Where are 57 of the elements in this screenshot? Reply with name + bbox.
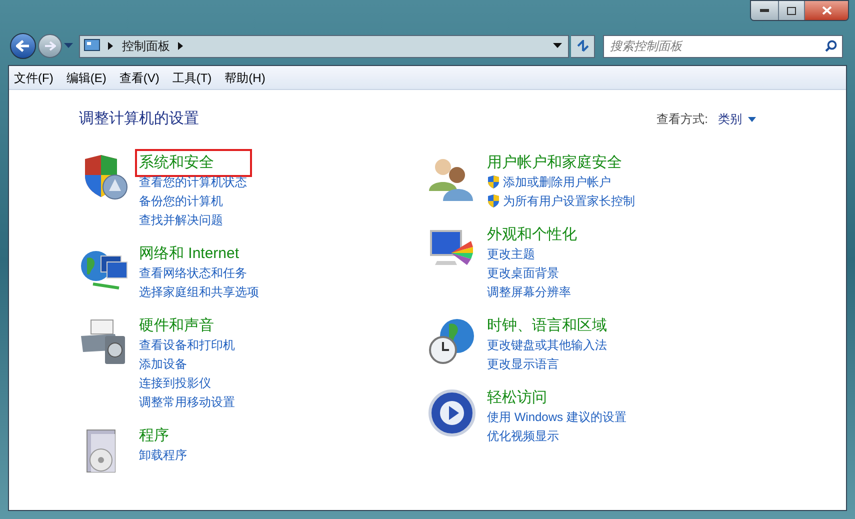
chevron-icon (108, 42, 114, 50)
maximize-icon (787, 6, 796, 14)
task-link[interactable]: 更改显示语言 (487, 355, 559, 373)
menu-item[interactable]: 帮助(H) (224, 68, 266, 86)
address-bar[interactable]: 控制面板 (79, 34, 569, 58)
category-title[interactable]: 用户帐户和家庭安全 (487, 152, 622, 172)
task-link[interactable]: 添加或删除用户帐户 (503, 173, 611, 191)
caret-icon (748, 116, 756, 122)
task-link[interactable]: 添加设备 (139, 355, 187, 373)
task-link[interactable]: 备份您的计算机 (139, 192, 223, 210)
minimize-icon (760, 9, 769, 12)
breadcrumb-item[interactable]: 控制面板 (122, 37, 170, 55)
refresh-button[interactable] (571, 34, 595, 58)
maximize-button[interactable] (778, 1, 804, 20)
caret-icon (64, 43, 73, 49)
search-icon (825, 40, 837, 52)
page-heading: 调整计算机的设置 (79, 109, 199, 129)
minimize-button[interactable] (751, 1, 778, 20)
shield-icon (487, 175, 500, 189)
task-link[interactable]: 查看您的计算机状态 (139, 173, 247, 191)
menu-item[interactable]: 文件(F) (14, 68, 54, 86)
view-by-label: 查看方式: (656, 111, 708, 128)
task-link[interactable]: 更改桌面背景 (487, 264, 559, 282)
task-link[interactable]: 查找并解决问题 (139, 211, 223, 229)
menu-item[interactable]: 工具(T) (172, 68, 212, 86)
control-panel-icon (84, 39, 100, 53)
close-button[interactable] (804, 1, 848, 20)
task-link[interactable]: 查看设备和打印机 (139, 336, 235, 354)
dropdown-icon[interactable] (553, 43, 562, 49)
view-by-dropdown[interactable]: 类别 (718, 110, 756, 128)
task-link[interactable]: 优化视频显示 (487, 427, 559, 445)
task-link[interactable]: 调整屏幕分辨率 (487, 283, 571, 301)
menu-item[interactable]: 编辑(E) (66, 68, 106, 86)
category-title[interactable]: 时钟、语言和区域 (487, 316, 607, 336)
close-icon (822, 6, 832, 15)
category-title[interactable]: 网络和 Internet (139, 244, 240, 264)
task-link[interactable]: 连接到投影仪 (139, 374, 211, 392)
shield-icon (487, 194, 500, 208)
left-arrow-icon (16, 40, 30, 52)
forward-button[interactable] (38, 34, 62, 58)
chevron-icon (178, 42, 184, 50)
task-link[interactable]: 选择家庭组和共享选项 (139, 283, 259, 301)
task-link[interactable]: 为所有用户设置家长控制 (503, 192, 635, 210)
task-link[interactable]: 查看网络状态和任务 (139, 264, 247, 282)
category-title[interactable]: 程序 (139, 426, 169, 446)
task-link[interactable]: 调整常用移动设置 (139, 393, 235, 411)
category-title[interactable]: 硬件和声音 (139, 316, 214, 336)
menu-item[interactable]: 查看(V) (119, 68, 160, 86)
back-button[interactable] (10, 33, 36, 59)
task-link[interactable]: 使用 Windows 建议的设置 (487, 408, 626, 426)
category-title[interactable]: 轻松访问 (487, 388, 547, 408)
task-link[interactable]: 卸载程序 (139, 446, 187, 464)
task-link[interactable]: 更改键盘或其他输入法 (487, 336, 607, 354)
category-title[interactable]: 外观和个性化 (487, 224, 577, 244)
task-link[interactable]: 更改主题 (487, 245, 535, 263)
search-field[interactable]: 搜索控制面板 (603, 34, 843, 58)
right-arrow-icon (44, 41, 56, 51)
